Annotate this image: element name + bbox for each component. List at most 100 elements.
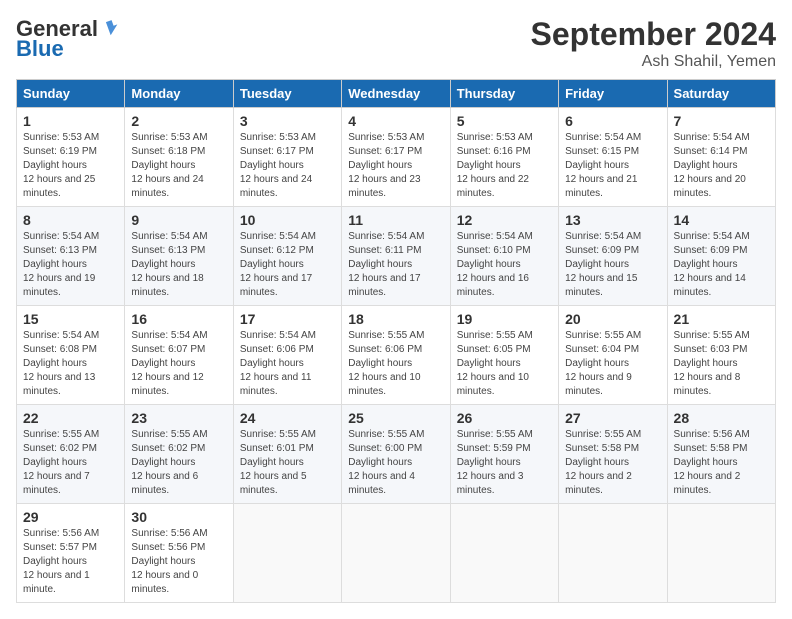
day-number: 14 xyxy=(674,212,769,228)
table-row: 29 Sunrise: 5:56 AMSunset: 5:57 PMDayligh… xyxy=(17,504,125,603)
table-row: 6Sunrise: 5:54 AMSunset: 6:15 PMDaylight… xyxy=(559,108,667,207)
day-number: 3 xyxy=(240,113,335,129)
table-row: 4 Sunrise: 5:53 AMSunset: 6:17 PMDaylight… xyxy=(342,108,450,207)
table-row: 20Sunrise: 5:55 AMSunset: 6:04 PMDayligh… xyxy=(559,306,667,405)
day-info: Sunrise: 5:54 AMSunset: 6:13 PMDaylight … xyxy=(23,230,118,300)
day-number: 2 xyxy=(131,113,226,129)
day-info: Sunrise: 5:55 AMSunset: 6:03 PMDaylight … xyxy=(674,329,769,399)
day-number: 25 xyxy=(348,410,443,426)
day-number: 11 xyxy=(348,212,443,228)
day-number: 1 xyxy=(23,113,118,129)
table-row xyxy=(559,504,667,603)
day-number: 4 xyxy=(348,113,443,129)
table-row: 8 Sunrise: 5:54 AMSunset: 6:13 PMDaylight… xyxy=(17,207,125,306)
day-info: Sunrise: 5:54 AMSunset: 6:06 PMDaylight … xyxy=(240,329,335,399)
calendar-row: 15Sunrise: 5:54 AMSunset: 6:08 PMDayligh… xyxy=(17,306,776,405)
table-row: 18 Sunrise: 5:55 AMSunset: 6:06 PMDayligh… xyxy=(342,306,450,405)
header-friday: Friday xyxy=(559,80,667,108)
day-number: 28 xyxy=(674,410,769,426)
header-sunday: Sunday xyxy=(17,80,125,108)
day-number: 17 xyxy=(240,311,335,327)
day-info: Sunrise: 5:54 AMSunset: 6:09 PMDaylight … xyxy=(674,230,769,300)
day-number: 6 xyxy=(565,113,660,129)
table-row: 13Sunrise: 5:54 AMSunset: 6:09 PMDayligh… xyxy=(559,207,667,306)
table-row: 21 Sunrise: 5:55 AMSunset: 6:03 PMDayligh… xyxy=(667,306,775,405)
day-info: Sunrise: 5:56 AMSunset: 5:57 PMDaylight … xyxy=(23,527,118,597)
table-row xyxy=(450,504,558,603)
day-info: Sunrise: 5:55 AMSunset: 5:59 PMDaylight … xyxy=(457,428,552,498)
day-info: Sunrise: 5:54 AMSunset: 6:10 PMDaylight … xyxy=(457,230,552,300)
day-number: 13 xyxy=(565,212,660,228)
day-number: 30 xyxy=(131,509,226,525)
logo: General Blue xyxy=(16,16,122,62)
table-row: 1 Sunrise: 5:53 AMSunset: 6:19 PMDaylight… xyxy=(17,108,125,207)
calendar-row: 29 Sunrise: 5:56 AMSunset: 5:57 PMDayligh… xyxy=(17,504,776,603)
table-row: 24 Sunrise: 5:55 AMSunset: 6:01 PMDayligh… xyxy=(233,405,341,504)
day-number: 16 xyxy=(131,311,226,327)
calendar-table: Sunday Monday Tuesday Wednesday Thursday… xyxy=(16,79,776,603)
table-row: 14 Sunrise: 5:54 AMSunset: 6:09 PMDayligh… xyxy=(667,207,775,306)
table-row: 22 Sunrise: 5:55 AMSunset: 6:02 PMDayligh… xyxy=(17,405,125,504)
day-number: 26 xyxy=(457,410,552,426)
day-number: 18 xyxy=(348,311,443,327)
day-info: Sunrise: 5:54 AMSunset: 6:11 PMDaylight … xyxy=(348,230,443,300)
day-info: Sunrise: 5:55 AMSunset: 5:58 PMDaylight … xyxy=(565,428,660,498)
day-number: 21 xyxy=(674,311,769,327)
day-number: 8 xyxy=(23,212,118,228)
table-row: 26 Sunrise: 5:55 AMSunset: 5:59 PMDayligh… xyxy=(450,405,558,504)
table-row xyxy=(233,504,341,603)
table-row: 7Sunrise: 5:54 AMSunset: 6:14 PMDaylight… xyxy=(667,108,775,207)
month-title: September 2024 xyxy=(531,16,776,53)
table-row: 19 Sunrise: 5:55 AMSunset: 6:05 PMDayligh… xyxy=(450,306,558,405)
day-number: 10 xyxy=(240,212,335,228)
day-info: Sunrise: 5:54 AMSunset: 6:12 PMDaylight … xyxy=(240,230,335,300)
day-number: 19 xyxy=(457,311,552,327)
calendar-row: 1 Sunrise: 5:53 AMSunset: 6:19 PMDaylight… xyxy=(17,108,776,207)
day-info: Sunrise: 5:53 AMSunset: 6:16 PMDaylight … xyxy=(457,131,552,201)
day-info: Sunrise: 5:53 AMSunset: 6:17 PMDaylight … xyxy=(348,131,443,201)
table-row: 25 Sunrise: 5:55 AMSunset: 6:00 PMDayligh… xyxy=(342,405,450,504)
table-row: 2 Sunrise: 5:53 AMSunset: 6:18 PMDaylight… xyxy=(125,108,233,207)
table-row: 5 Sunrise: 5:53 AMSunset: 6:16 PMDaylight… xyxy=(450,108,558,207)
calendar-header-row: Sunday Monday Tuesday Wednesday Thursday… xyxy=(17,80,776,108)
day-number: 20 xyxy=(565,311,660,327)
table-row: 3 Sunrise: 5:53 AMSunset: 6:17 PMDaylight… xyxy=(233,108,341,207)
header-tuesday: Tuesday xyxy=(233,80,341,108)
table-row: 15Sunrise: 5:54 AMSunset: 6:08 PMDayligh… xyxy=(17,306,125,405)
day-info: Sunrise: 5:55 AMSunset: 6:06 PMDaylight … xyxy=(348,329,443,399)
day-info: Sunrise: 5:55 AMSunset: 6:02 PMDaylight … xyxy=(131,428,226,498)
day-number: 22 xyxy=(23,410,118,426)
logo-arrow-icon xyxy=(100,16,122,38)
header-wednesday: Wednesday xyxy=(342,80,450,108)
day-number: 5 xyxy=(457,113,552,129)
title-area: September 2024 Ash Shahil, Yemen xyxy=(531,16,776,71)
calendar-row: 8 Sunrise: 5:54 AMSunset: 6:13 PMDaylight… xyxy=(17,207,776,306)
header-thursday: Thursday xyxy=(450,80,558,108)
day-info: Sunrise: 5:55 AMSunset: 6:05 PMDaylight … xyxy=(457,329,552,399)
day-number: 24 xyxy=(240,410,335,426)
table-row xyxy=(342,504,450,603)
day-number: 27 xyxy=(565,410,660,426)
day-info: Sunrise: 5:53 AMSunset: 6:17 PMDaylight … xyxy=(240,131,335,201)
table-row: 11 Sunrise: 5:54 AMSunset: 6:11 PMDayligh… xyxy=(342,207,450,306)
table-row: 12 Sunrise: 5:54 AMSunset: 6:10 PMDayligh… xyxy=(450,207,558,306)
table-row: 28Sunrise: 5:56 AMSunset: 5:58 PMDayligh… xyxy=(667,405,775,504)
day-number: 12 xyxy=(457,212,552,228)
day-number: 29 xyxy=(23,509,118,525)
day-info: Sunrise: 5:53 AMSunset: 6:18 PMDaylight … xyxy=(131,131,226,201)
page-header: General Blue September 2024 Ash Shahil, … xyxy=(16,16,776,71)
calendar-row: 22 Sunrise: 5:55 AMSunset: 6:02 PMDayligh… xyxy=(17,405,776,504)
table-row: 16Sunrise: 5:54 AMSunset: 6:07 PMDayligh… xyxy=(125,306,233,405)
table-row: 10 Sunrise: 5:54 AMSunset: 6:12 PMDayligh… xyxy=(233,207,341,306)
day-number: 9 xyxy=(131,212,226,228)
table-row xyxy=(667,504,775,603)
day-info: Sunrise: 5:55 AMSunset: 6:00 PMDaylight … xyxy=(348,428,443,498)
day-number: 15 xyxy=(23,311,118,327)
location-title: Ash Shahil, Yemen xyxy=(531,53,776,71)
day-info: Sunrise: 5:55 AMSunset: 6:01 PMDaylight … xyxy=(240,428,335,498)
header-saturday: Saturday xyxy=(667,80,775,108)
logo-text-blue: Blue xyxy=(16,36,64,62)
day-number: 7 xyxy=(674,113,769,129)
day-info: Sunrise: 5:55 AMSunset: 6:02 PMDaylight … xyxy=(23,428,118,498)
day-info: Sunrise: 5:53 AMSunset: 6:19 PMDaylight … xyxy=(23,131,118,201)
